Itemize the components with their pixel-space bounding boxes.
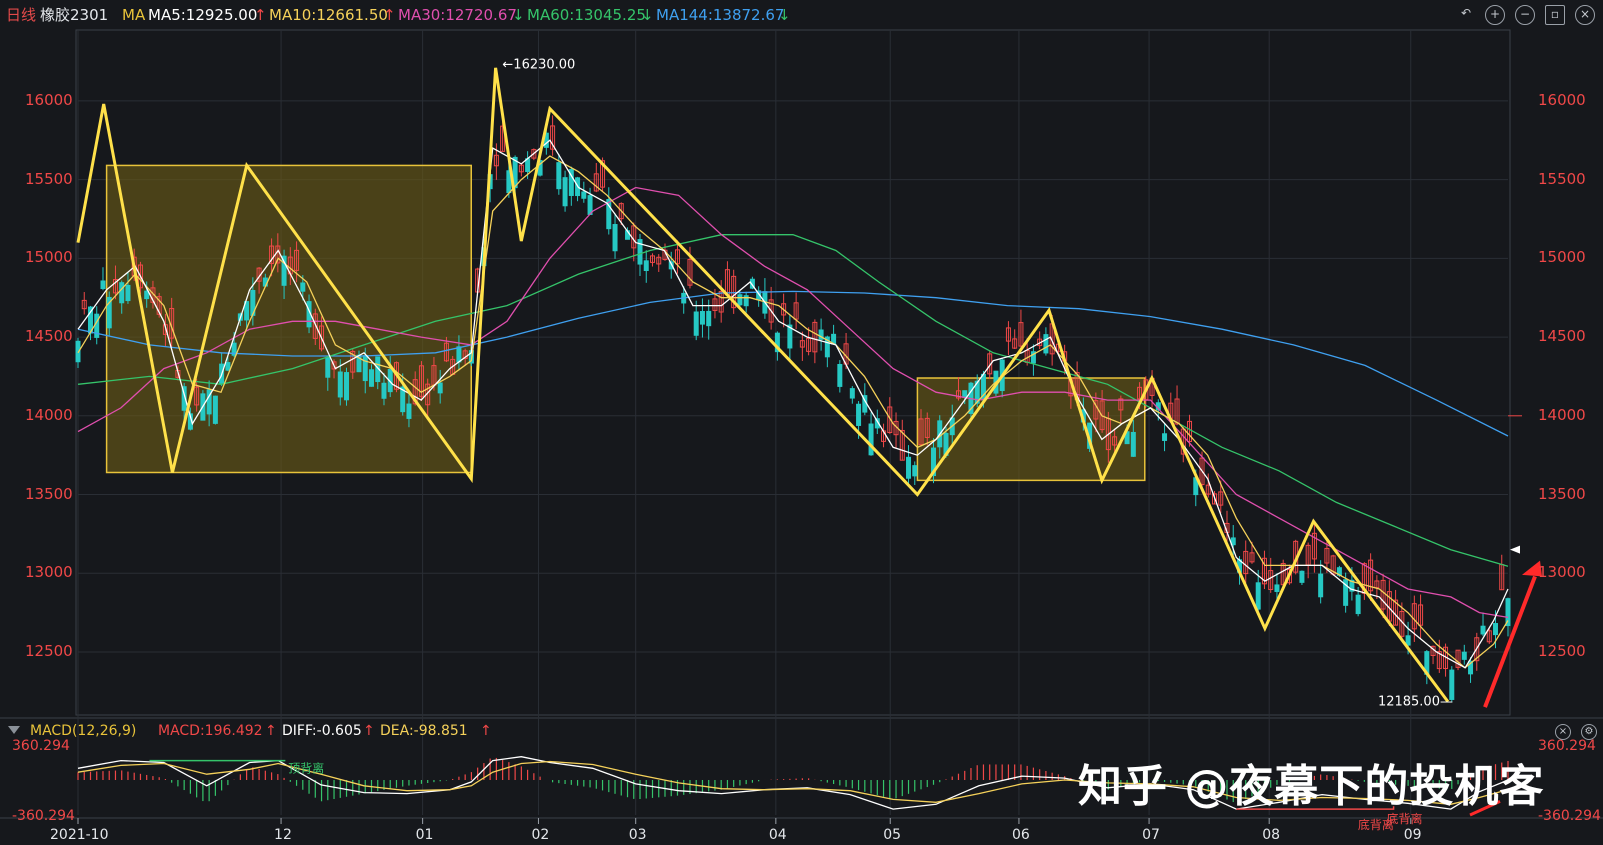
x-tick-label: 04 [768, 827, 787, 843]
candle-body [125, 284, 131, 302]
candle-body [119, 282, 125, 304]
y-tick-label: 14500 [1538, 327, 1586, 346]
x-tick-label: 06 [1011, 827, 1030, 843]
candle-body [1299, 570, 1305, 583]
x-tick-label: 03 [628, 827, 647, 843]
top-divergence-label: 顶背离 [288, 761, 324, 776]
candle-body [849, 388, 855, 399]
price-chart-svg: ←16230.0012185.00—顶背离底背离底背离360.294 360.29… [0, 29, 1603, 832]
candle-body [1405, 635, 1411, 646]
y-tick-label: 13500 [1538, 484, 1586, 503]
dea-arrow-up-icon: ↑ [480, 723, 492, 739]
x-tick-label: 02 [531, 827, 550, 843]
candle-body [344, 372, 350, 401]
x-tick-label: 01 [415, 827, 434, 843]
y-tick-label: 15500 [1538, 169, 1586, 188]
candle-body [406, 403, 412, 419]
candle-body [1461, 651, 1467, 660]
candle-body [1043, 334, 1049, 354]
candle-body [337, 371, 343, 398]
x-tick-label: 12 [274, 827, 292, 843]
y-tick-label: 12500 [25, 642, 73, 660]
x-tick-label: 07 [1142, 827, 1160, 843]
candle-body [581, 191, 587, 199]
candle-body [325, 357, 331, 378]
y-tick-label: 12500 [1538, 642, 1586, 660]
candle-body [906, 456, 912, 479]
candle-body [693, 311, 699, 336]
macd-value: MACD:196.492 [158, 723, 263, 739]
candle-body [1130, 431, 1136, 457]
candle-body [1162, 433, 1168, 441]
macd-name[interactable]: MACD(12,26,9) [30, 720, 136, 742]
candle-body [612, 224, 618, 252]
y-tick-label: 14000 [1538, 405, 1586, 424]
low-label: 12185.00— [1378, 695, 1453, 710]
high-label: ←16230.00 [502, 58, 575, 73]
y-tick-label: 14000 [25, 405, 73, 424]
candle-body [456, 346, 462, 363]
x-tick-label: 09 [1403, 827, 1422, 843]
y-tick-label: 14500 [25, 327, 73, 346]
candle-body [362, 355, 368, 382]
diff-value: DIFF:-0.605 [282, 723, 362, 739]
macd-close-icon[interactable]: × [1555, 724, 1571, 740]
candle-body [706, 310, 712, 327]
dea-value: DEA:-98.851 [380, 723, 468, 739]
macd-scale-label-right: -360.294 [1538, 808, 1601, 824]
diff-arrow-up-icon: ↑ [363, 723, 375, 739]
candle-body [381, 382, 387, 399]
candle-body [1274, 584, 1280, 592]
y-tick-label: 13000 [1538, 563, 1586, 582]
candle-body [300, 282, 306, 292]
x-tick-label: 05 [883, 827, 902, 843]
candle-body [837, 363, 843, 387]
macd-legend-bar: MACD(12,26,9) MACD:196.492 ↑ DIFF:-0.605… [0, 720, 1603, 742]
candle-body [912, 465, 918, 477]
candle-body [868, 423, 874, 456]
y-tick-label: 13000 [25, 563, 73, 582]
candle-body [643, 260, 649, 272]
kline-chart[interactable]: 日线 橡胶2301 MA MA5:12925.00 ↑ MA10:12661.5… [0, 0, 1603, 845]
candle-body [100, 280, 106, 290]
candle-body [368, 369, 374, 387]
candle-body [856, 403, 862, 426]
candle-body [737, 294, 743, 306]
macd-settings-icon[interactable]: ⚙ [1581, 724, 1597, 740]
consolidation-box [105, 164, 472, 474]
candle-body [1480, 625, 1486, 635]
candle-body [1493, 623, 1499, 636]
candle-body [562, 177, 568, 207]
candle-body [1255, 582, 1261, 610]
y-tick-label: 16000 [1538, 90, 1586, 109]
macd-scale-label-left: -360.294 [12, 808, 75, 824]
candle-body [225, 362, 231, 371]
watermark-text: 知乎 @夜幕下的投机客 [1078, 761, 1545, 812]
y-tick-label: 15000 [1538, 248, 1586, 267]
y-tick-label: 15500 [25, 169, 73, 188]
candle-body [437, 382, 443, 394]
candle-body [212, 395, 218, 424]
candle-body [962, 390, 968, 398]
macd-arrow-up-icon: ↑ [265, 723, 277, 739]
y-tick-label: 13500 [25, 484, 73, 503]
y-tick-label: 16000 [25, 90, 73, 109]
x-tick-label: 08 [1262, 827, 1281, 843]
x-tick-label: 2021-10 [50, 827, 109, 843]
candle-body [699, 311, 705, 325]
y-tick-label: 15000 [25, 248, 73, 267]
candle-body [1318, 573, 1324, 598]
candle-body [556, 162, 562, 190]
last-price-pointer-icon [1510, 545, 1520, 554]
candle-body [1355, 594, 1361, 615]
